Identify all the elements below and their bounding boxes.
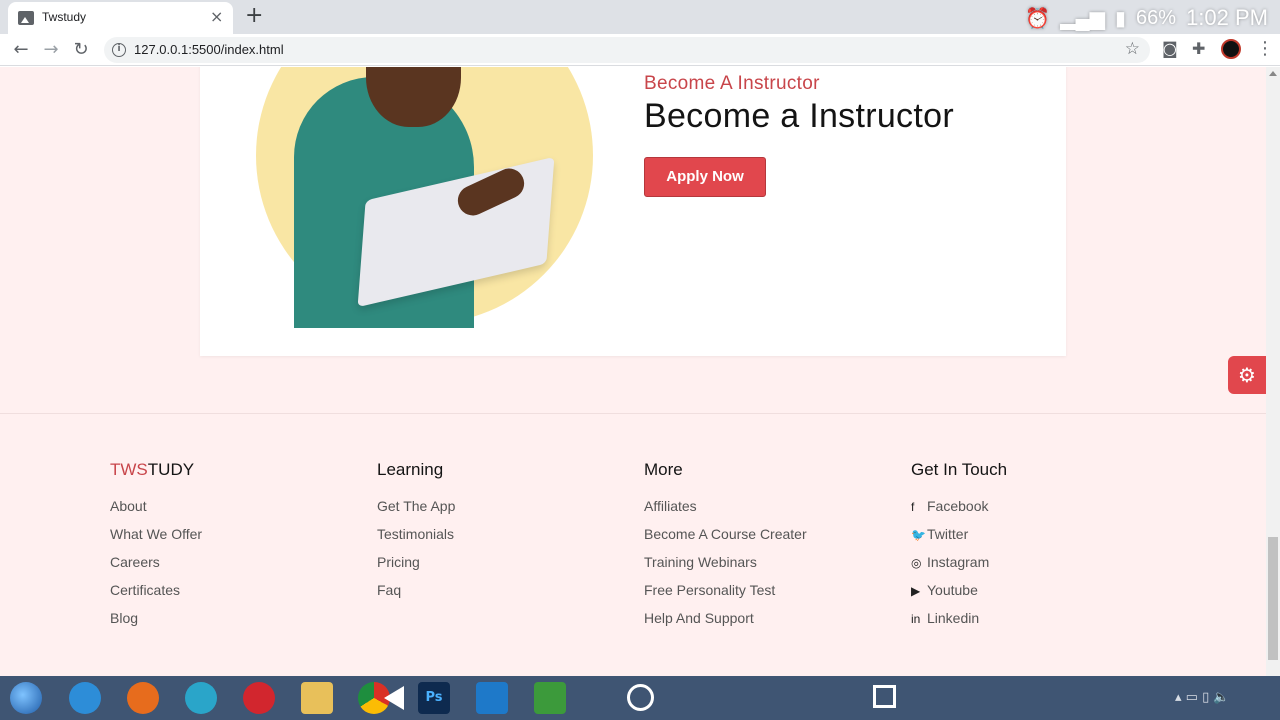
footer-link-get-the-app[interactable]: Get The App xyxy=(377,498,455,526)
photoshop-icon[interactable]: Ps xyxy=(418,682,450,714)
brand-accent: TWS xyxy=(110,460,148,479)
bookmark-star-icon[interactable]: ☆ xyxy=(1125,39,1140,59)
footer-link-certificates[interactable]: Certificates xyxy=(110,582,202,610)
profile-avatar[interactable] xyxy=(1221,39,1241,59)
info-icon[interactable]: i xyxy=(112,43,126,57)
new-tab-button[interactable]: + xyxy=(245,3,263,29)
close-icon[interactable]: × xyxy=(210,8,223,26)
footer-link-label: Youtube xyxy=(927,582,978,598)
instructor-kicker: Become A Instructor xyxy=(644,73,820,94)
instructor-card: Become A Instructor Become a Instructor … xyxy=(200,67,1066,356)
apply-now-button[interactable]: Apply Now xyxy=(644,157,766,197)
footer-link-what-we-offer[interactable]: What We Offer xyxy=(110,526,202,554)
extensions-puzzle-icon[interactable]: ✚ xyxy=(1192,39,1205,58)
footer-link-pricing[interactable]: Pricing xyxy=(377,554,455,582)
reload-icon[interactable]: ↻ xyxy=(69,38,93,62)
footer-link-twitter[interactable]: 🐦Twitter xyxy=(911,526,1007,554)
file-explorer-icon[interactable] xyxy=(301,682,333,714)
page-viewport: Become A Instructor Become a Instructor … xyxy=(0,67,1266,676)
phone-status-bar: ⏰ ▂▄▆ ▮ 66% 1:02 PM xyxy=(1025,4,1268,32)
footer-link-linkedin[interactable]: in Linkedin xyxy=(911,610,1007,638)
opera-icon[interactable] xyxy=(243,682,275,714)
footer-title-get-in-touch: Get In Touch xyxy=(911,460,1008,479)
android-back-icon[interactable] xyxy=(384,686,404,710)
footer-link-youtube[interactable]: ▶ Youtube xyxy=(911,582,1007,610)
android-home-icon[interactable] xyxy=(627,684,654,711)
footer-link-label: Instagram xyxy=(927,554,990,570)
footer-link-course-creator[interactable]: Become A Course Creater xyxy=(644,526,807,554)
footer-title-more: More xyxy=(644,460,683,479)
footer-link-blog[interactable]: Blog xyxy=(110,610,202,638)
footer-link-label: Linkedin xyxy=(927,610,980,626)
instructor-heading: Become a Instructor xyxy=(644,97,954,135)
facebook-icon: f xyxy=(911,500,915,514)
footer-column-contact: Get In Touch f Facebook 🐦Twitter ◎ Instagr… xyxy=(911,460,1007,638)
footer-link-testimonials[interactable]: Testimonials xyxy=(377,526,455,554)
url-text[interactable]: 127.0.0.1:5500/index.html xyxy=(134,42,284,57)
start-button-icon[interactable] xyxy=(10,682,42,714)
internet-explorer-icon[interactable] xyxy=(69,682,101,714)
footer-brand-title: TWSTUDY xyxy=(110,460,202,480)
footer-divider xyxy=(0,413,1266,414)
footer-link-about[interactable]: About xyxy=(110,498,202,526)
footer-link-facebook[interactable]: f Facebook xyxy=(911,498,1007,526)
os-taskbar: Ps ▴ ▭ ▯ 🔈 xyxy=(0,676,1280,720)
forward-arrow-icon[interactable]: → xyxy=(39,38,63,62)
footer-link-instagram[interactable]: ◎ Instagram xyxy=(911,554,1007,582)
address-bar[interactable]: i 127.0.0.1:5500/index.html ☆ xyxy=(104,37,1150,63)
footer-link-label: Twitter xyxy=(927,526,969,542)
edge-icon[interactable] xyxy=(185,682,217,714)
image-icon xyxy=(18,11,34,25)
twitter-icon: 🐦 xyxy=(911,528,926,542)
tab-strip: Twstudy × + ⏰ ▂▄▆ ▮ 66% 1:02 PM xyxy=(0,0,1280,34)
camtasia-icon[interactable] xyxy=(534,682,566,714)
footer-link-label: Facebook xyxy=(927,498,989,514)
footer-link-careers[interactable]: Careers xyxy=(110,554,202,582)
footer-title-learning: Learning xyxy=(377,460,444,479)
instagram-icon: ◎ xyxy=(911,556,922,570)
clock: 1:02 PM xyxy=(1186,5,1268,30)
footer-link-affiliates[interactable]: Affiliates xyxy=(644,498,807,526)
footer-link-faq[interactable]: Faq xyxy=(377,582,455,610)
menu-dots-icon[interactable]: ⋮ xyxy=(1256,38,1274,59)
linkedin-icon: in xyxy=(911,612,921,626)
system-tray-icons[interactable]: ▴ ▭ ▯ 🔈 xyxy=(1175,690,1230,705)
battery-icon: ▮ xyxy=(1115,7,1127,30)
browser-tab[interactable]: Twstudy × xyxy=(8,2,233,34)
alarm-icon: ⏰ xyxy=(1025,7,1051,30)
back-arrow-icon[interactable]: ← xyxy=(9,38,33,62)
signal-icon: ▂▄▆ xyxy=(1060,7,1106,30)
scrollbar-thumb[interactable] xyxy=(1268,537,1278,660)
footer-link-personality-test[interactable]: Free Personality Test xyxy=(644,582,807,610)
vscode-icon[interactable] xyxy=(476,682,508,714)
footer-column-brand: TWSTUDY About What We Offer Careers Cert… xyxy=(110,460,202,638)
brand-rest: TUDY xyxy=(147,460,195,479)
gear-icon: ⚙ xyxy=(1238,363,1256,387)
instructor-hero-image xyxy=(256,67,593,328)
battery-level: 66% xyxy=(1136,6,1177,29)
footer-column-more: More Affiliates Become A Course Creater … xyxy=(644,460,807,638)
footer-column-learning: Learning Get The App Testimonials Pricin… xyxy=(377,460,455,610)
firefox-icon[interactable] xyxy=(127,682,159,714)
footer-link-training-webinars[interactable]: Training Webinars xyxy=(644,554,807,582)
camera-icon[interactable]: ◙ xyxy=(1162,39,1178,58)
android-recents-icon[interactable] xyxy=(873,685,896,708)
page-scrollbar[interactable] xyxy=(1266,67,1280,676)
youtube-icon: ▶ xyxy=(911,584,921,598)
browser-toolbar: ← → ↻ i 127.0.0.1:5500/index.html ☆ ◙ ✚ … xyxy=(0,34,1280,66)
settings-gear-button[interactable]: ⚙ xyxy=(1228,356,1266,394)
tab-title: Twstudy xyxy=(42,10,87,24)
footer-link-help-support[interactable]: Help And Support xyxy=(644,610,807,638)
scroll-up-arrow-icon[interactable] xyxy=(1269,71,1277,76)
